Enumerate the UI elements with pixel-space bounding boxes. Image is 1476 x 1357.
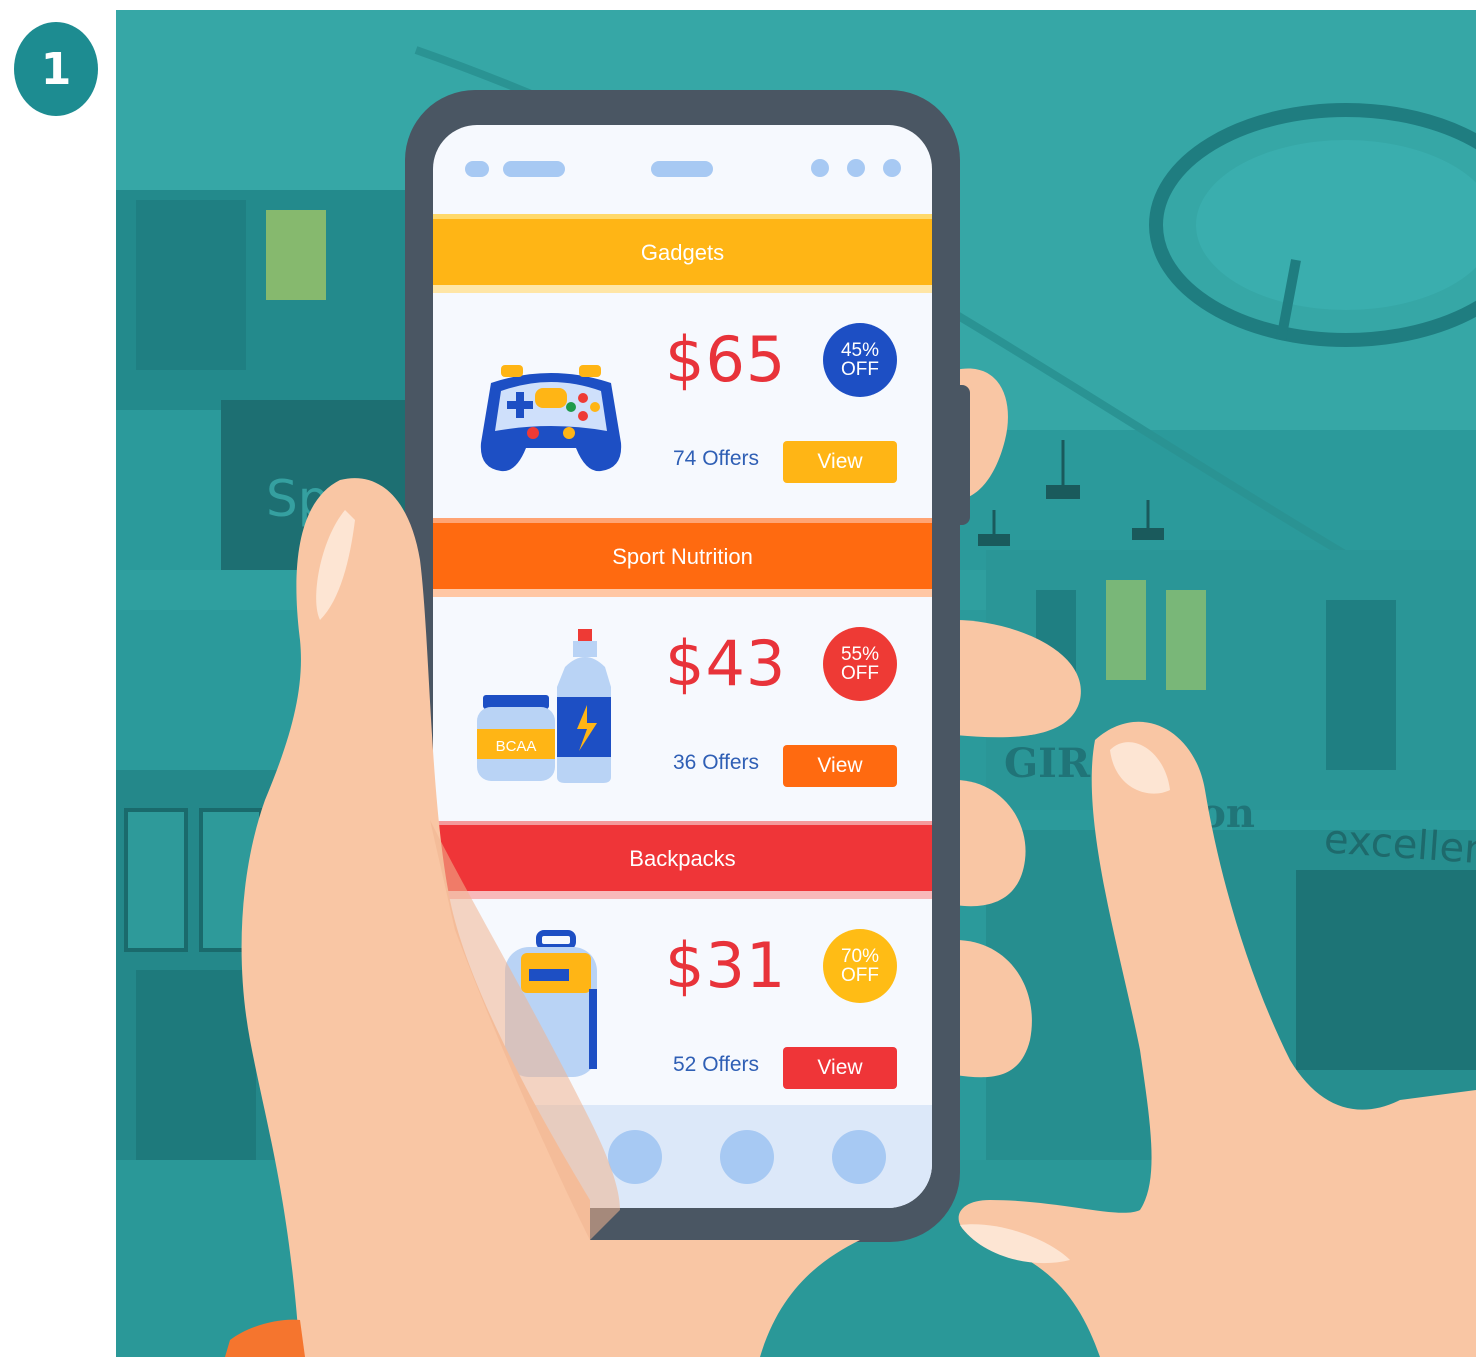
nav-button[interactable] (608, 1130, 662, 1184)
category-header-backpacks: Backpacks (433, 825, 932, 893)
status-pill-short (465, 161, 489, 177)
product-card-sport-nutrition[interactable]: BCAA $43 55% OFF 36 Offers View (433, 597, 932, 825)
status-pill-center (651, 161, 713, 177)
category-header-sport-nutrition: Sport Nutrition (433, 523, 932, 591)
status-bar (433, 125, 932, 215)
jar-label: BCAA (496, 738, 537, 755)
discount-badge: 45% OFF (823, 323, 897, 397)
offers-count: 52 Offers (673, 1053, 759, 1076)
discount-off-label: OFF (841, 663, 879, 684)
view-button-gadgets[interactable]: View (783, 441, 897, 483)
product-price: $31 (665, 929, 787, 1002)
phone-screen: Gadgets $65 45% OFF 74 Offers View Sport… (433, 125, 932, 1208)
status-pill-long (503, 161, 565, 177)
view-button-sport-nutrition[interactable]: View (783, 745, 897, 787)
category-bar-edge (433, 891, 932, 899)
product-card-gadgets[interactable]: $65 45% OFF 74 Offers View (433, 293, 932, 521)
supplements-icon: BCAA (477, 629, 611, 783)
step-number-badge: 1 (14, 22, 98, 116)
step-number: 1 (40, 43, 72, 95)
store-sign-middle: GIR (1004, 740, 1091, 787)
nav-button[interactable] (720, 1130, 774, 1184)
category-title: Backpacks (629, 846, 736, 871)
product-price: $65 (665, 323, 787, 396)
category-bar-edge (433, 589, 932, 597)
view-button-backpacks[interactable]: View (783, 1047, 897, 1089)
store-sign-left: Sp (266, 470, 330, 528)
discount-percent: 70% (840, 946, 880, 967)
category-title: Gadgets (640, 240, 725, 265)
discount-badge: 55% OFF (823, 627, 897, 701)
backpack-icon (505, 930, 597, 1077)
discount-off-label: OFF (841, 359, 879, 380)
category-title: Sport Nutrition (612, 544, 753, 569)
category-header-gadgets: Gadgets (433, 219, 932, 287)
category-bar-edge (433, 285, 932, 293)
store-sign-middle-right: ion (1184, 790, 1255, 837)
nav-button[interactable] (832, 1130, 886, 1184)
status-dot (811, 159, 829, 177)
status-dot (883, 159, 901, 177)
discount-percent: 45% (840, 340, 880, 361)
game-controller-icon (480, 365, 622, 472)
bottom-navigation (433, 1105, 932, 1208)
product-price: $43 (665, 627, 787, 700)
discount-percent: 55% (840, 644, 880, 665)
discount-badge: 70% OFF (823, 929, 897, 1003)
offers-count: 36 Offers (673, 751, 759, 774)
discount-off-label: OFF (841, 965, 879, 986)
offers-count: 74 Offers (673, 447, 759, 470)
status-dot (847, 159, 865, 177)
product-card-backpacks[interactable]: $31 70% OFF 52 Offers View (433, 899, 932, 1127)
nav-button[interactable] (495, 1130, 549, 1184)
